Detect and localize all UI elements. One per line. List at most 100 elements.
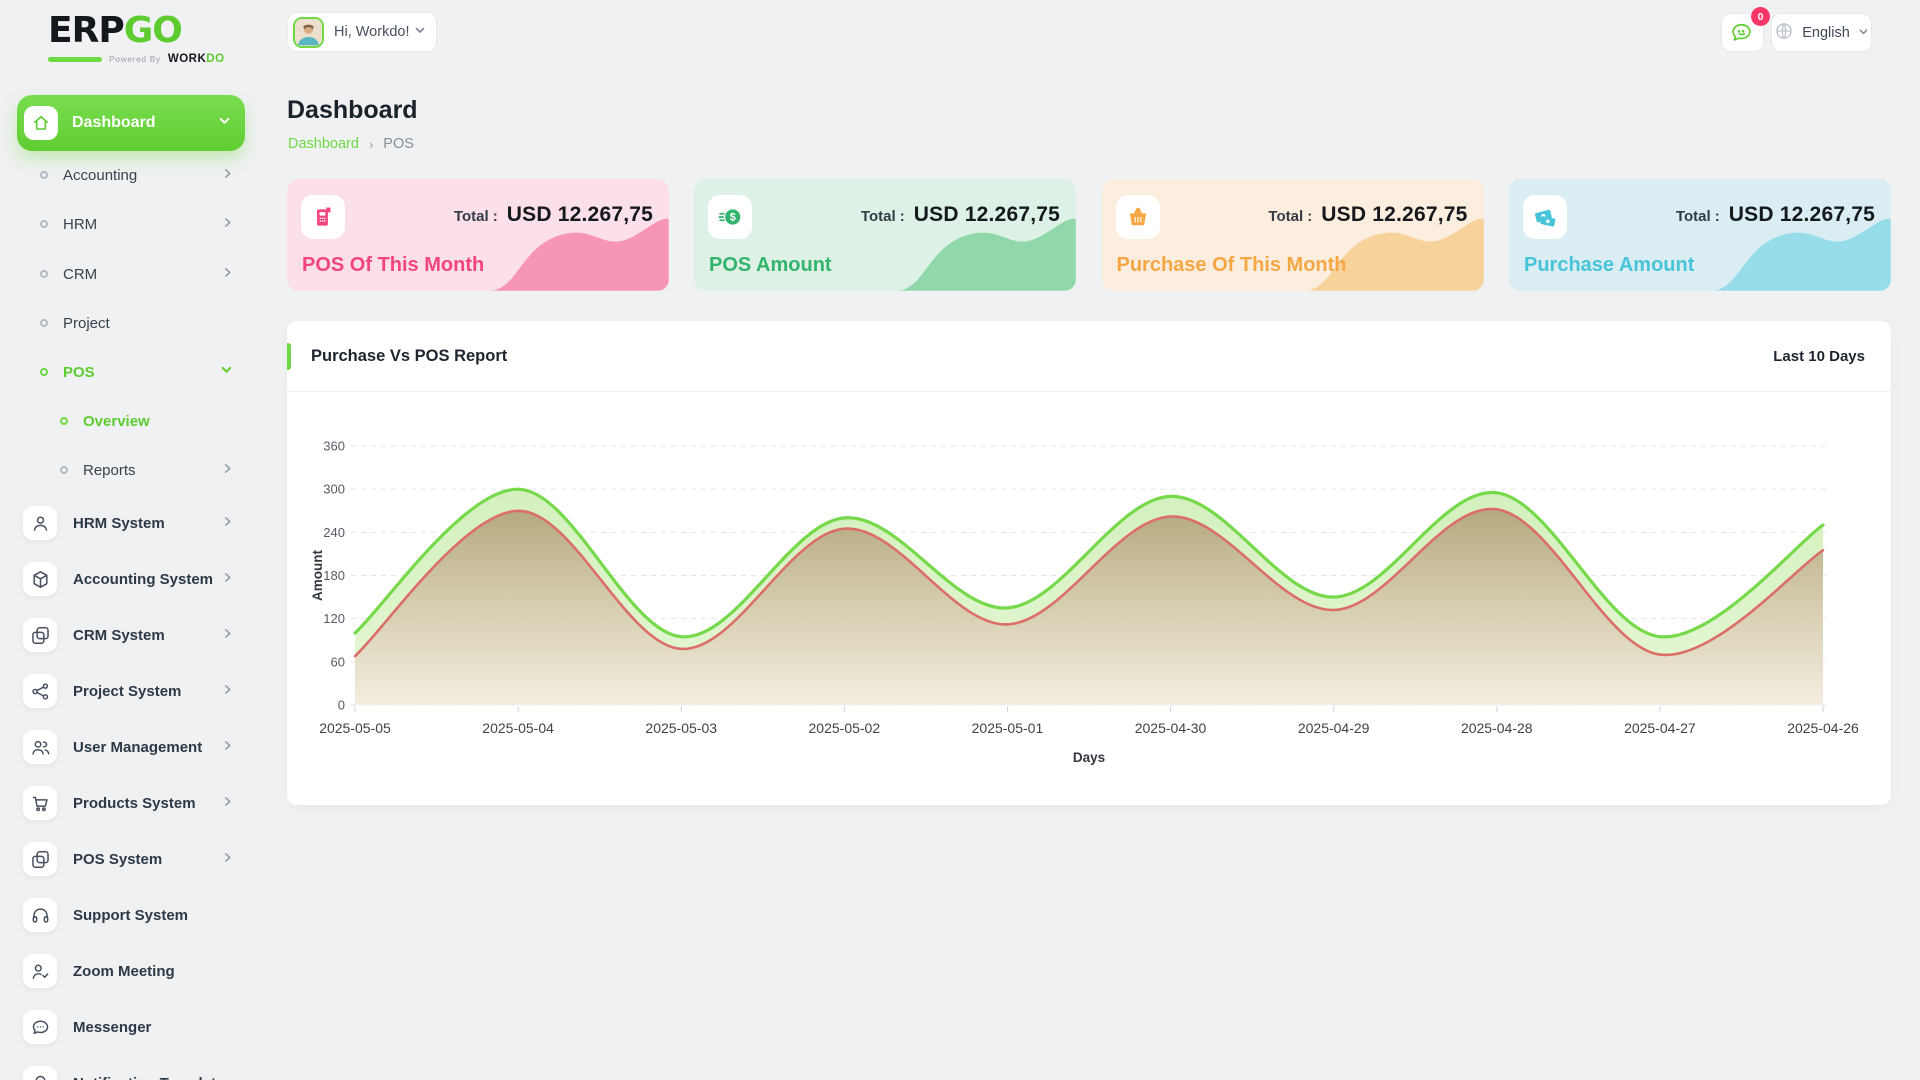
sidebar-item-hrm-system[interactable]: HRM System bbox=[17, 495, 245, 551]
sidebar-item-pos-overview[interactable]: Overview bbox=[17, 401, 245, 441]
sidebar-item-messenger[interactable]: Messenger bbox=[17, 999, 245, 1055]
bullet-icon bbox=[40, 220, 48, 228]
notifications-button[interactable]: 0 bbox=[1721, 13, 1764, 52]
svg-text:60: 60 bbox=[331, 654, 345, 669]
svg-text:2025-05-03: 2025-05-03 bbox=[645, 720, 717, 736]
purchase-vs-pos-report-card: Purchase Vs POS Report Last 10 Days 0 60 1… bbox=[287, 321, 1891, 805]
svg-text:Amount: Amount bbox=[310, 550, 325, 601]
svg-text:2025-05-05: 2025-05-05 bbox=[319, 720, 391, 736]
chevron-down-icon bbox=[220, 363, 233, 381]
report-card-header: Purchase Vs POS Report Last 10 Days bbox=[287, 321, 1891, 392]
chevron-right-icon bbox=[222, 461, 233, 479]
chevron-right-icon bbox=[222, 850, 233, 868]
sidebar-item-project-system[interactable]: Project System bbox=[17, 663, 245, 719]
share-icon bbox=[23, 674, 57, 708]
total-amount: USD 12.267,75 bbox=[1321, 203, 1467, 227]
language-selector[interactable]: English bbox=[1771, 13, 1872, 52]
sidebar-item-user-management[interactable]: User Management bbox=[17, 719, 245, 775]
bell-icon bbox=[23, 1066, 57, 1080]
chevron-right-icon bbox=[222, 166, 233, 184]
sidebar-item-pos-reports[interactable]: Reports bbox=[17, 450, 245, 490]
sidebar-item-crm-system[interactable]: CRM System bbox=[17, 607, 245, 663]
svg-text:0: 0 bbox=[338, 698, 345, 713]
svg-text:2025-05-01: 2025-05-01 bbox=[972, 720, 1044, 736]
chevron-right-icon bbox=[222, 265, 233, 283]
card-label: Purchase Amount bbox=[1524, 254, 1694, 277]
svg-text:Days: Days bbox=[1073, 750, 1105, 765]
home-icon bbox=[24, 106, 58, 140]
cube-icon bbox=[23, 562, 57, 596]
user-menu[interactable]: Hi, Workdo! bbox=[287, 12, 437, 52]
chat-icon bbox=[23, 1010, 57, 1044]
headset-icon bbox=[23, 898, 57, 932]
app-root: ERPGO Powered By WORKDO Hi, Workdo! 0 En… bbox=[0, 0, 1920, 1080]
user-icon bbox=[23, 506, 57, 540]
language-label: English bbox=[1802, 25, 1850, 41]
stat-card-purchase-amount: Total : USD 12.267,75 Purchase Amount bbox=[1509, 179, 1891, 291]
svg-text:2025-04-27: 2025-04-27 bbox=[1624, 720, 1696, 736]
logo-tagline: Powered By WORKDO bbox=[48, 53, 225, 65]
total-label: Total : bbox=[1676, 208, 1720, 225]
chevron-right-icon bbox=[222, 514, 233, 532]
total-amount: USD 12.267,75 bbox=[1729, 203, 1875, 227]
svg-text:240: 240 bbox=[323, 525, 345, 540]
card-label: POS Amount bbox=[709, 254, 832, 277]
chevron-right-icon bbox=[222, 738, 233, 756]
sidebar-item-accounting-system[interactable]: Accounting System bbox=[17, 551, 245, 607]
stat-card-pos-of-this-month: Total : USD 12.267,75 POS Of This Month bbox=[287, 179, 669, 291]
chevron-right-icon bbox=[222, 794, 233, 812]
user-greeting: Hi, Workdo! bbox=[334, 24, 414, 40]
pos-terminal-icon bbox=[301, 195, 345, 239]
breadcrumb-dashboard-link[interactable]: Dashboard bbox=[288, 136, 359, 152]
svg-text:2025-04-26: 2025-04-26 bbox=[1787, 720, 1859, 736]
breadcrumb: Dashboard › POS bbox=[288, 136, 414, 152]
svg-text:120: 120 bbox=[323, 611, 345, 626]
frame-icon bbox=[23, 618, 57, 652]
sidebar-item-pos[interactable]: POS bbox=[17, 352, 245, 392]
user-check-icon bbox=[23, 954, 57, 988]
sidebar-item-dashboard[interactable]: Dashboard bbox=[17, 95, 245, 151]
sidebar-item-project[interactable]: Project bbox=[17, 303, 245, 343]
bullet-icon bbox=[40, 319, 48, 327]
chevron-right-icon bbox=[222, 626, 233, 644]
total-label: Total : bbox=[861, 208, 905, 225]
stat-card-purchase-of-this-month: Total : USD 12.267,75 Purchase Of This M… bbox=[1102, 179, 1484, 291]
bullet-icon bbox=[60, 417, 68, 425]
report-range-label: Last 10 Days bbox=[1773, 348, 1865, 365]
breadcrumb-current: POS bbox=[383, 136, 414, 152]
sidebar-item-hrm[interactable]: HRM bbox=[17, 204, 245, 244]
sidebar-item-accounting[interactable]: Accounting bbox=[17, 155, 245, 195]
sidebar-item-pos-system[interactable]: POS System bbox=[17, 831, 245, 887]
notification-badge: 0 bbox=[1751, 7, 1770, 26]
chevron-down-icon bbox=[1858, 25, 1869, 40]
chevron-right-icon bbox=[222, 682, 233, 700]
total-amount: USD 12.267,75 bbox=[507, 203, 653, 227]
svg-text:2025-05-02: 2025-05-02 bbox=[809, 720, 881, 736]
chevron-down-icon bbox=[218, 114, 231, 132]
svg-text:360: 360 bbox=[323, 439, 345, 454]
header-accent-bar bbox=[287, 343, 291, 370]
app-logo[interactable]: ERPGO Powered By WORKDO bbox=[48, 13, 225, 65]
bullet-icon bbox=[40, 171, 48, 179]
stat-card-pos-amount: $ Total : USD 12.267,75 POS Amount bbox=[694, 179, 1076, 291]
svg-text:2025-04-28: 2025-04-28 bbox=[1461, 720, 1533, 736]
svg-text:2025-04-30: 2025-04-30 bbox=[1135, 720, 1207, 736]
svg-text:$: $ bbox=[730, 212, 736, 224]
total-label: Total : bbox=[454, 208, 498, 225]
page-title: Dashboard bbox=[287, 96, 418, 125]
chevron-right-icon bbox=[222, 215, 233, 233]
basket-icon bbox=[1116, 195, 1160, 239]
chevron-right-icon bbox=[222, 570, 233, 588]
coins-icon: $ bbox=[708, 195, 752, 239]
sidebar-item-notification-template[interactable]: Notification Template bbox=[17, 1055, 245, 1080]
sidebar-item-zoom-meeting[interactable]: Zoom Meeting bbox=[17, 943, 245, 999]
sidebar-item-crm[interactable]: CRM bbox=[17, 254, 245, 294]
sidebar-item-products-system[interactable]: Products System bbox=[17, 775, 245, 831]
report-title: Purchase Vs POS Report bbox=[311, 347, 1773, 366]
chat-notification-icon bbox=[1730, 19, 1755, 47]
avatar bbox=[293, 17, 324, 48]
chevron-down-icon bbox=[414, 23, 426, 41]
sidebar-item-support-system[interactable]: Support System bbox=[17, 887, 245, 943]
card-label: POS Of This Month bbox=[302, 254, 484, 277]
banknotes-icon bbox=[1523, 195, 1567, 239]
